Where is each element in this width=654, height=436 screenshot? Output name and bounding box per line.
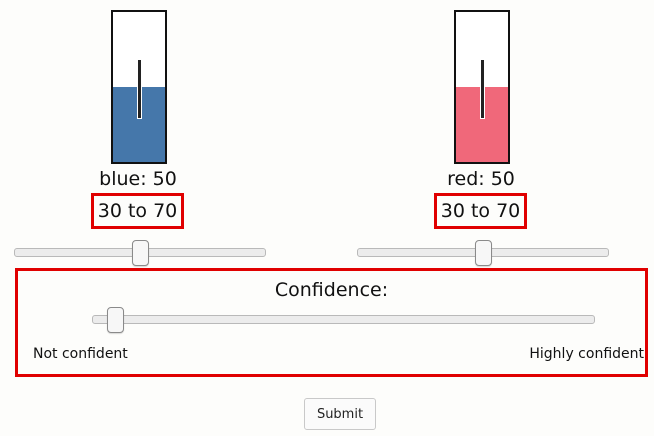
blue-range-label: 30 to 70: [91, 193, 184, 229]
red-jar: [454, 10, 510, 164]
blue-jar-needle: [136, 59, 142, 119]
not-confident-label: Not confident: [33, 346, 128, 362]
blue-value-label: blue: 50: [99, 168, 177, 190]
red-jar-needle: [479, 59, 485, 119]
red-range-label: 30 to 70: [434, 193, 527, 229]
highly-confident-label: Highly confident: [529, 346, 644, 362]
red-value-label: red: 50: [447, 168, 515, 190]
confidence-slider[interactable]: [92, 315, 595, 324]
submit-button[interactable]: Submit: [304, 398, 376, 430]
confidence-title: Confidence:: [274, 279, 389, 301]
red-slider-thumb[interactable]: [474, 240, 492, 266]
confidence-panel: Confidence: Not confident Highly confide…: [15, 268, 648, 377]
blue-slider-thumb[interactable]: [131, 240, 149, 266]
confidence-slider-thumb[interactable]: [106, 307, 124, 333]
blue-jar: [111, 10, 167, 164]
